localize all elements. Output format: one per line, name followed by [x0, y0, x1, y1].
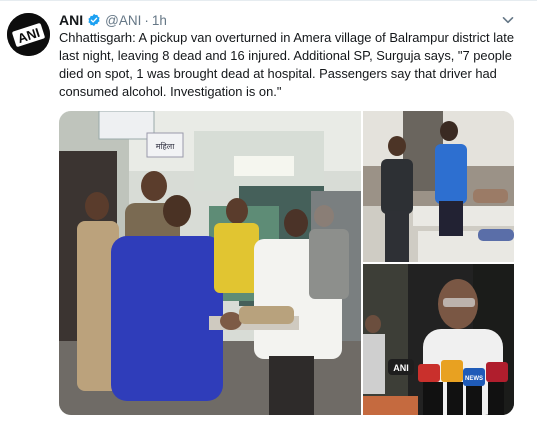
patients-on-beds-image [363, 111, 514, 262]
patients-on-beds-photo[interactable] [363, 111, 514, 262]
verified-badge-icon [88, 13, 100, 27]
official-interview-image: ANI NEWS [363, 264, 514, 415]
separator-dot: · [144, 12, 149, 28]
mic-label-ani: ANI [393, 363, 409, 373]
chevron-down-icon[interactable] [501, 13, 515, 27]
ward-sign-text: महिला [156, 141, 176, 151]
ani-logo-icon: ANI [7, 13, 50, 56]
avatar[interactable]: ANI [7, 13, 50, 56]
author-handle[interactable]: @ANI [105, 13, 141, 28]
hospital-ward-photo[interactable]: महिला [59, 111, 361, 415]
tweet-text: Chhattisgarh: A pickup van overturned in… [59, 30, 514, 99]
tweet-card[interactable]: ANI ANI @ANI · 1h Chhattisgarh: A pickup… [0, 0, 537, 421]
mic-label-news: NEWS [465, 376, 483, 382]
media-grid: महिला ANI NEWS [59, 111, 514, 415]
tweet-timestamp[interactable]: 1h [152, 13, 167, 28]
official-interview-photo[interactable]: ANI NEWS [363, 264, 514, 415]
author-name[interactable]: ANI [59, 12, 83, 28]
tweet-header: ANI @ANI · 1h [59, 11, 167, 29]
hospital-ward-image: महिला [59, 111, 361, 415]
